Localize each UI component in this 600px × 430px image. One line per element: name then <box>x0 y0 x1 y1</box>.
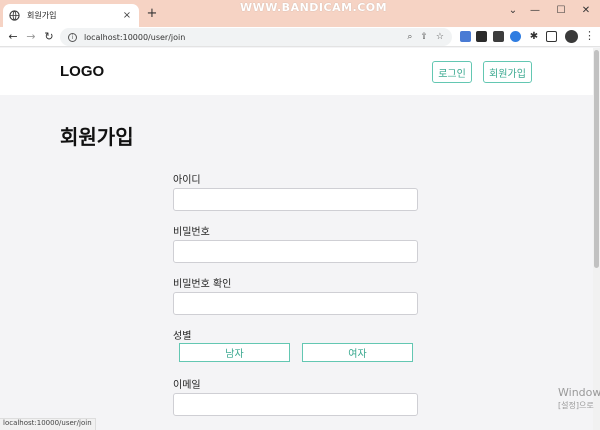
password-confirm-input[interactable] <box>173 292 418 315</box>
side-panel-icon[interactable] <box>546 31 557 42</box>
login-button[interactable]: 로그인 <box>432 61 472 83</box>
extension-icon[interactable] <box>460 31 471 42</box>
reload-icon[interactable]: ↻ <box>42 29 56 45</box>
activation-title: Windows <box>558 386 600 399</box>
activation-subtitle: [설정]으로 <box>558 401 594 410</box>
maximize-icon[interactable]: ☐ <box>553 5 569 16</box>
extension-icon[interactable] <box>493 31 504 42</box>
address-bar[interactable]: i localhost:10000/user/join ⌕ ⇪ ☆ <box>60 28 452 46</box>
email-label: 이메일 <box>173 380 201 391</box>
windows-activation-watermark: Windows [설정]으로 <box>558 386 600 412</box>
id-label: 아이디 <box>173 175 201 186</box>
extension-icon[interactable] <box>510 31 521 42</box>
gender-label: 성별 <box>173 331 192 342</box>
email-input[interactable] <box>173 393 418 416</box>
recording-watermark: WWW.BANDICAM.COM <box>240 1 388 14</box>
back-icon[interactable]: ← <box>6 29 20 45</box>
tab-title: 회원가입 <box>27 11 57 20</box>
bookmark-star-icon[interactable]: ☆ <box>436 32 444 42</box>
web-page: LOGO 로그인 회원가입 회원가입 아이디 비밀번호 비밀번호 확인 성별 남… <box>0 48 593 430</box>
globe-icon <box>9 10 20 21</box>
password-confirm-label: 비밀번호 확인 <box>173 279 232 290</box>
signup-button[interactable]: 회원가입 <box>483 61 532 83</box>
new-tab-button[interactable]: + <box>145 7 159 21</box>
gender-male-button[interactable]: 남자 <box>179 343 290 362</box>
menu-icon[interactable]: ⋮ <box>584 29 595 42</box>
browser-tab[interactable]: 회원가입 × <box>3 4 139 27</box>
zoom-icon[interactable]: ⌕ <box>407 32 412 42</box>
forward-icon[interactable]: → <box>24 29 38 45</box>
page-scrollbar[interactable] <box>593 48 600 430</box>
close-window-icon[interactable]: ✕ <box>578 5 594 16</box>
browser-toolbar: ← → ↻ i localhost:10000/user/join ⌕ ⇪ ☆ … <box>0 27 600 47</box>
extension-icon[interactable] <box>476 31 487 42</box>
minimize-icon[interactable]: — <box>527 5 543 16</box>
share-icon[interactable]: ⇪ <box>420 32 428 42</box>
site-header: LOGO 로그인 회원가입 <box>0 48 593 95</box>
password-label: 비밀번호 <box>173 227 210 238</box>
tab-search-icon[interactable]: ⌄ <box>505 5 521 16</box>
scrollbar-thumb[interactable] <box>594 50 599 268</box>
tab-close-icon[interactable]: × <box>121 10 133 21</box>
gender-female-button[interactable]: 여자 <box>302 343 413 362</box>
id-input[interactable] <box>173 188 418 211</box>
password-input[interactable] <box>173 240 418 263</box>
puzzle-icon[interactable]: ✱ <box>527 29 541 45</box>
browser-tab-bar: 회원가입 × + WWW.BANDICAM.COM ⌄ — ☐ ✕ <box>0 0 600 27</box>
avatar[interactable] <box>565 30 578 43</box>
url-text[interactable]: localhost:10000/user/join <box>84 33 399 42</box>
site-info-icon[interactable]: i <box>68 32 77 42</box>
site-logo[interactable]: LOGO <box>60 63 104 80</box>
status-bar-url: localhost:10000/user/join <box>0 418 96 430</box>
page-title: 회원가입 <box>60 125 134 149</box>
